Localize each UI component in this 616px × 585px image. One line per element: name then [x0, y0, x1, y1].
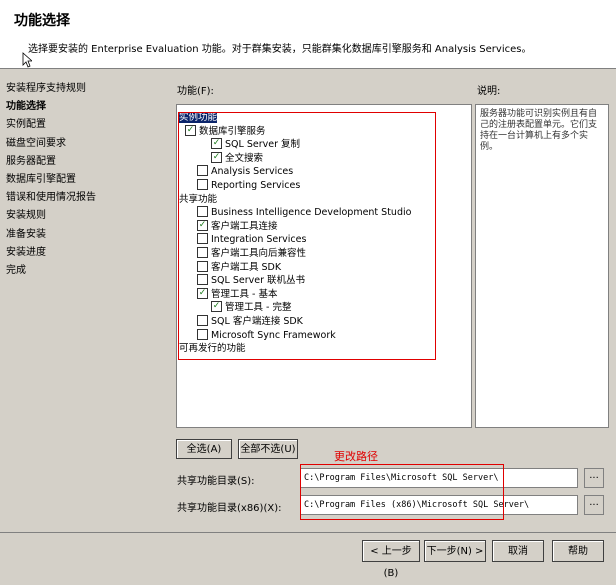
nav-item-disk-space[interactable]: 磁盘空间要求: [6, 135, 166, 153]
nav-item-install-rules[interactable]: 安装规则: [6, 207, 166, 225]
page-description: 选择要安装的 Enterprise Evaluation 功能。对于群集安装，只…: [28, 44, 532, 55]
shared-dir-x86-label: 共享功能目录(x86)(X):: [177, 503, 282, 514]
nav-item-server-config[interactable]: 服务器配置: [6, 153, 166, 171]
nav-item-db-engine-config[interactable]: 数据库引擎配置: [6, 171, 166, 189]
select-all-button[interactable]: 全选(A): [176, 439, 232, 459]
page-title: 功能选择: [14, 13, 70, 29]
nav-item-ready-to-install[interactable]: 准备安装: [6, 226, 166, 244]
features-highlight-box: [178, 112, 436, 360]
shared-dir-label: 共享功能目录(S):: [177, 476, 255, 487]
cancel-button[interactable]: 取消: [492, 540, 544, 562]
features-label: 功能(F):: [177, 86, 214, 97]
description-label: 说明:: [477, 86, 501, 97]
change-path-annotation: 更改路径: [334, 450, 378, 463]
header-panel: [0, 0, 616, 69]
nav-item-setup-rules[interactable]: 安装程序支持规则: [6, 80, 166, 98]
description-box: 服务器功能可识别实例且有自己的注册表配置单元。它们支持在一台计算机上有多个实例。: [475, 104, 609, 428]
footer-divider: [0, 532, 616, 533]
paths-highlight-box: [300, 464, 504, 520]
nav-item-instance-config[interactable]: 实例配置: [6, 116, 166, 134]
shared-dir-browse-button[interactable]: ...: [584, 468, 604, 488]
nav-item-complete[interactable]: 完成: [6, 262, 166, 280]
nav-item-error-reporting[interactable]: 错误和使用情况报告: [6, 189, 166, 207]
back-button[interactable]: < 上一步(B): [362, 540, 420, 579]
shared-dir-x86-browse-button[interactable]: ...: [584, 495, 604, 515]
next-button[interactable]: 下一步(N) >: [424, 540, 486, 562]
steps-nav: 安装程序支持规则 功能选择 实例配置 磁盘空间要求 服务器配置 数据库引擎配置 …: [6, 80, 166, 280]
help-button[interactable]: 帮助: [552, 540, 604, 562]
unselect-all-button[interactable]: 全部不选(U): [238, 439, 298, 459]
nav-item-feature-selection[interactable]: 功能选择: [6, 98, 166, 116]
nav-item-install-progress[interactable]: 安装进度: [6, 244, 166, 262]
mouse-pointer-icon: [22, 52, 32, 68]
